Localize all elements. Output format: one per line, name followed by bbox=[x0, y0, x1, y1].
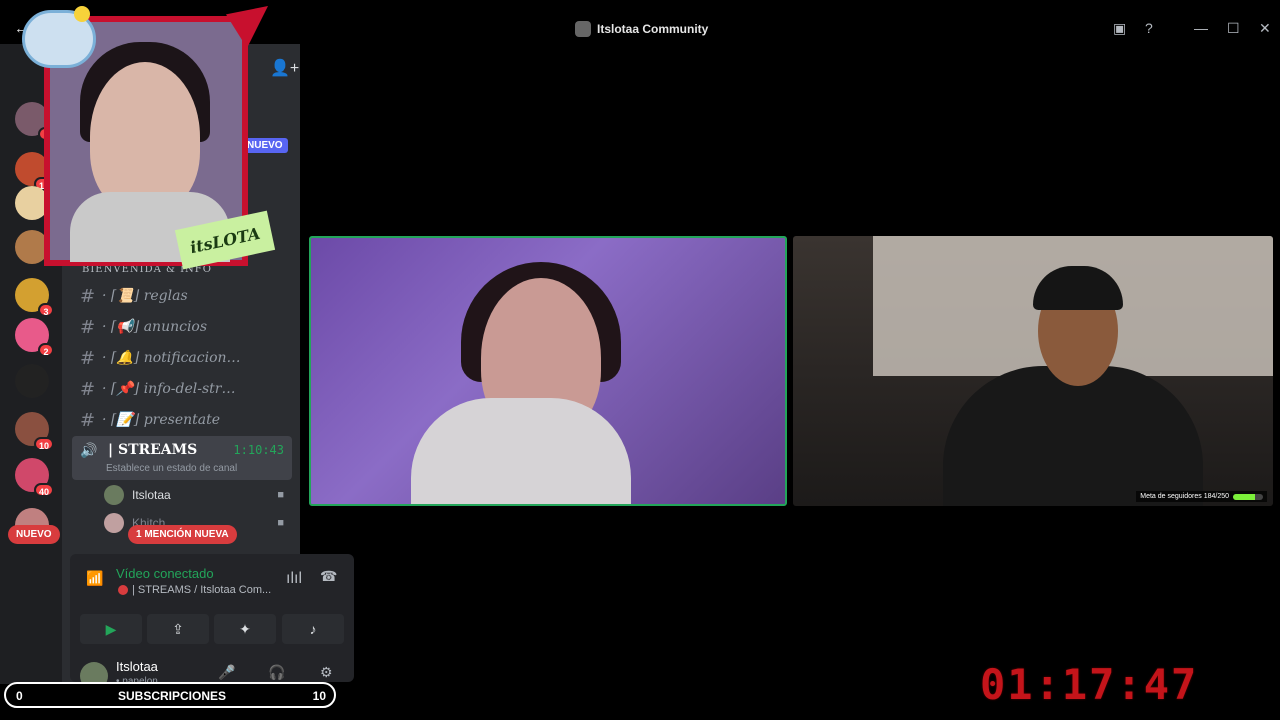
microphone-icon[interactable]: 🎤 bbox=[218, 664, 235, 681]
video-button[interactable]: ▶ bbox=[80, 614, 142, 644]
follower-goal-label: Meta de seguidores 184/250 bbox=[1140, 493, 1229, 500]
channel-label: · ⌈📌⌋ info-del-str… bbox=[102, 381, 236, 397]
subscription-bar: 0 SUBSCRIPCIONES 10 bbox=[4, 682, 336, 708]
avatar bbox=[104, 513, 124, 533]
avatar bbox=[104, 485, 124, 505]
subscription-label: SUBSCRIPCIONES bbox=[118, 689, 227, 703]
new-mention-pill[interactable]: 1 MENCIÓN NUEVA bbox=[128, 525, 237, 544]
hash-icon: # bbox=[80, 316, 96, 338]
hash-icon: # bbox=[80, 409, 96, 431]
connection-status[interactable]: Vídeo conectado bbox=[116, 566, 214, 581]
record-icon bbox=[118, 585, 128, 595]
help-icon[interactable]: ? bbox=[1145, 20, 1153, 36]
voice-timer: 1:10:43 bbox=[233, 443, 284, 457]
username[interactable]: Itslotaa bbox=[116, 659, 158, 674]
screen-share-button[interactable]: ⇪ bbox=[147, 614, 209, 644]
settings-gear-icon[interactable]: ⚙ bbox=[320, 664, 333, 681]
voice-member[interactable]: Itslotaa bbox=[104, 484, 171, 506]
channel-status-prompt[interactable]: Establece un estado de canal bbox=[106, 463, 237, 474]
close-icon[interactable]: ✕ bbox=[1259, 20, 1271, 37]
noise-suppression-icon[interactable]: ılıl bbox=[286, 570, 302, 588]
subscription-goal: 10 bbox=[312, 689, 326, 703]
channel-notificaciones[interactable]: # · ⌈🔔⌋ notificacion… bbox=[80, 346, 290, 370]
speaker-icon: 🔊 bbox=[80, 442, 98, 458]
window-title: Itslotaa Community bbox=[597, 22, 709, 36]
video-figure-body bbox=[943, 366, 1203, 506]
window-title-group: Itslotaa Community bbox=[575, 21, 708, 37]
screen-icon[interactable]: ▣ bbox=[1113, 20, 1126, 37]
disconnect-icon[interactable]: ☎ bbox=[320, 568, 337, 585]
new-unreads-pill[interactable]: NUEVO bbox=[8, 525, 60, 544]
channel-anuncios[interactable]: # · ⌈📢⌋ anuncios bbox=[80, 315, 290, 339]
channel-label: · ⌈📝⌋ presentate bbox=[102, 412, 221, 428]
unread-badge: 2 bbox=[38, 343, 54, 357]
channel-label: · ⌈🔔⌋ notificacion… bbox=[102, 350, 241, 366]
channel-label: · ⌈📢⌋ anuncios bbox=[102, 319, 208, 335]
signal-icon: 📶 bbox=[86, 570, 104, 586]
server-icon-6[interactable]: 2 bbox=[15, 318, 54, 357]
unread-badge: 3 bbox=[38, 303, 54, 317]
server-icon-5[interactable]: 3 bbox=[15, 278, 54, 317]
voice-channel-streams[interactable]: 🔊 | STREAMS 1:10:43 Establece un estado … bbox=[72, 436, 292, 480]
activities-button[interactable]: ✦ bbox=[214, 614, 276, 644]
voice-channel-name: | STREAMS bbox=[108, 442, 198, 458]
maximize-icon[interactable]: ☐ bbox=[1227, 20, 1240, 37]
stream-clock: 01:17:47 bbox=[980, 660, 1199, 709]
camera-icon: ■ bbox=[277, 517, 284, 529]
soundboard-button[interactable]: ♪ bbox=[282, 614, 344, 644]
headphones-icon[interactable]: 🎧 bbox=[268, 664, 285, 681]
video-figure-body bbox=[411, 398, 631, 504]
channel-info-del-stream[interactable]: # · ⌈📌⌋ info-del-str… bbox=[80, 377, 290, 401]
sun-decoration-icon bbox=[74, 6, 90, 22]
video-tile-itslotaa[interactable] bbox=[309, 236, 787, 506]
unread-badge: 10 bbox=[33, 437, 54, 451]
hash-icon: # bbox=[80, 378, 96, 400]
follower-goal: Meta de seguidores 184/250 bbox=[1136, 491, 1267, 502]
connection-location-text: | STREAMS / Itslotaa Com... bbox=[132, 584, 272, 596]
video-tile-guest[interactable]: Meta de seguidores 184/250 bbox=[793, 236, 1273, 506]
channel-label: · ⌈📜⌋ reglas bbox=[102, 288, 188, 304]
member-name: Itslotaa bbox=[132, 488, 171, 502]
hash-icon: # bbox=[80, 285, 96, 307]
follower-goal-fill bbox=[1233, 493, 1256, 500]
add-member-icon[interactable]: 👤+ bbox=[270, 58, 299, 78]
server-icon bbox=[575, 21, 591, 37]
server-icon-9[interactable]: 40 bbox=[15, 458, 54, 497]
camera-icon: ■ bbox=[277, 489, 284, 501]
channel-presentate[interactable]: # · ⌈📝⌋ presentate bbox=[80, 408, 290, 432]
subscription-start: 0 bbox=[16, 689, 23, 703]
minimize-icon[interactable]: — bbox=[1194, 20, 1208, 36]
server-icon-7[interactable] bbox=[15, 364, 49, 398]
server-icon-8[interactable]: 10 bbox=[15, 412, 54, 451]
unread-badge: 40 bbox=[33, 483, 54, 497]
webcam-figure-face bbox=[90, 62, 200, 212]
channel-reglas[interactable]: # · ⌈📜⌋ reglas bbox=[80, 284, 290, 308]
connection-location[interactable]: | STREAMS / Itslotaa Com... bbox=[118, 584, 271, 596]
follower-goal-bar bbox=[1233, 493, 1263, 500]
hash-icon: # bbox=[80, 347, 96, 369]
new-badge[interactable]: NUEVO bbox=[242, 138, 288, 153]
